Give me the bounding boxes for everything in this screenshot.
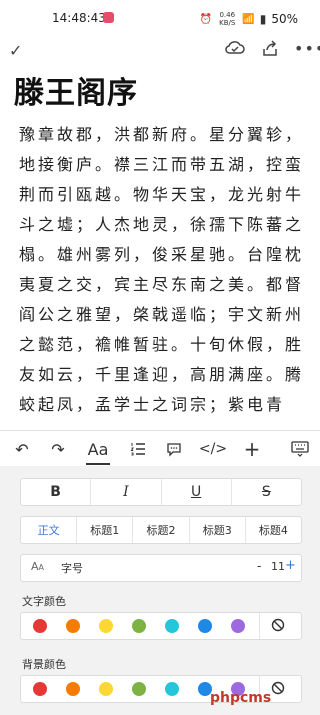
network-speed: 0.46 KB/S <box>219 11 236 27</box>
comment-icon[interactable] <box>160 431 188 467</box>
font-size-row: AA 字号 - 11 + <box>20 554 302 582</box>
document-title[interactable]: 滕王阁序 <box>14 68 138 112</box>
background-color-swatch[interactable] <box>66 682 80 696</box>
share-icon[interactable] <box>260 39 280 59</box>
bold-button[interactable]: B <box>21 479 92 505</box>
text-color-swatch[interactable] <box>33 619 47 633</box>
heading-row: 正文 标题1 标题2 标题3 标题4 <box>20 516 302 544</box>
status-time: 14:48:43 <box>52 11 106 25</box>
cloud-save-icon[interactable] <box>224 38 246 58</box>
font-size-decrease-button[interactable]: - <box>257 559 261 573</box>
list-icon[interactable] <box>124 431 152 467</box>
heading-3-button[interactable]: 标题3 <box>190 517 246 543</box>
active-indicator <box>86 463 110 465</box>
underline-button[interactable]: U <box>162 479 232 505</box>
background-color-swatch[interactable] <box>165 682 179 696</box>
divider <box>259 613 260 639</box>
format-panel: B I U S 正文 标题1 标题2 标题3 标题4 AA 字号 - 11 + … <box>0 466 320 715</box>
text-color-swatch[interactable] <box>231 619 245 633</box>
battery-level: 50% <box>271 12 298 26</box>
background-color-swatch[interactable] <box>132 682 146 696</box>
font-size-label: 字号 <box>61 562 83 575</box>
alarm-icon: ⏰ <box>199 13 213 25</box>
insert-plus-icon[interactable]: + <box>238 431 266 467</box>
clear-background-color-icon[interactable] <box>271 681 285 695</box>
keyboard-hide-icon[interactable] <box>286 431 314 467</box>
font-size-icon: AA <box>31 560 45 573</box>
more-options-icon[interactable]: ••• <box>294 39 320 58</box>
heading-1-button[interactable]: 标题1 <box>77 517 134 543</box>
italic-button[interactable]: I <box>91 479 162 505</box>
done-check-icon[interactable]: ✓ <box>9 41 22 60</box>
format-toolbar: ↶ ↷ Aa </> + <box>0 430 320 467</box>
text-color-row <box>20 612 302 640</box>
heading-2-button[interactable]: 标题2 <box>133 517 190 543</box>
text-color-swatch[interactable] <box>66 619 80 633</box>
background-color-swatch[interactable] <box>99 682 113 696</box>
code-icon[interactable]: </> <box>198 431 228 467</box>
text-color-swatch[interactable] <box>99 619 113 633</box>
text-color-swatch[interactable] <box>198 619 212 633</box>
undo-icon[interactable]: ↶ <box>8 431 36 467</box>
status-bar: 14:48:43 ⏰ 0.46 KB/S 📶 ▮ 50% <box>0 0 320 36</box>
heading-body-button[interactable]: 正文 <box>21 517 78 543</box>
heading-4-button[interactable]: 标题4 <box>246 517 301 543</box>
text-color-swatch[interactable] <box>165 619 179 633</box>
status-icons: ⏰ 0.46 KB/S 📶 ▮ 50% <box>200 11 298 27</box>
font-size-value: 11 <box>271 560 285 573</box>
font-size-increase-button[interactable]: + <box>285 558 296 573</box>
text-style-row: B I U S <box>20 478 302 506</box>
redo-icon[interactable]: ↷ <box>44 431 72 467</box>
text-color-swatch[interactable] <box>132 619 146 633</box>
document-body[interactable]: 豫章故郡，洪都新府。星分翼轸，地接衡庐。襟三江而带五湖，控蛮荆而引瓯越。物华天宝… <box>19 120 305 420</box>
strikethrough-button[interactable]: S <box>232 479 301 505</box>
wifi-icon: 📶 <box>242 13 255 25</box>
text-format-label: Aa <box>87 439 109 459</box>
background-color-label: 背景颜色 <box>22 658 66 671</box>
clear-text-color-icon[interactable] <box>271 618 285 632</box>
signal-icon: ▮ <box>259 12 267 26</box>
watermark-logo: phpcms <box>210 690 272 706</box>
text-color-label: 文字颜色 <box>22 595 66 608</box>
app-notification-icon <box>103 12 114 23</box>
background-color-swatch[interactable] <box>33 682 47 696</box>
text-format-button[interactable]: Aa <box>80 431 116 467</box>
